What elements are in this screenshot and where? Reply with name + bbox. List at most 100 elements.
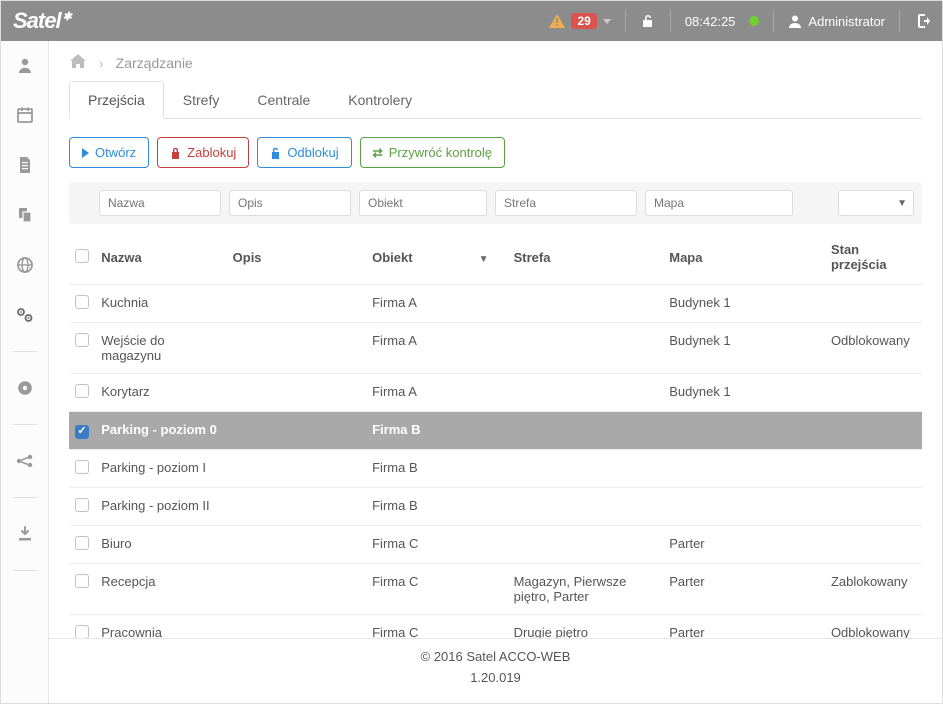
row-checkbox[interactable]: [75, 295, 89, 309]
cell-zone: Magazyn, Pierwsze piętro, Parter: [508, 563, 664, 614]
passages-table: Nazwa Opis Obiekt Strefa Mapa Stan przej…: [69, 230, 922, 638]
logout-button[interactable]: [914, 14, 930, 28]
cell-state: [825, 487, 922, 525]
nav-copy-icon[interactable]: [1, 201, 48, 229]
table-row[interactable]: BiuroFirma CParter: [69, 525, 922, 563]
filter-zone-input[interactable]: [495, 190, 637, 216]
user-name: Administrator: [808, 14, 885, 29]
col-name[interactable]: Nazwa: [95, 230, 226, 285]
col-map[interactable]: Mapa: [663, 230, 825, 285]
table-row[interactable]: Kuchnia Firma A Budynek 1: [69, 285, 922, 323]
table-row[interactable]: PracowniaFirma CDrugie piętroParterOdblo…: [69, 614, 922, 638]
nav-users-icon[interactable]: [1, 51, 48, 79]
open-button[interactable]: Otwórz: [69, 137, 149, 168]
col-desc[interactable]: Opis: [227, 230, 366, 285]
row-checkbox[interactable]: [75, 460, 89, 474]
user-menu[interactable]: Administrator: [788, 14, 885, 29]
cell-object: Firma A: [366, 323, 507, 374]
row-checkbox[interactable]: [75, 425, 89, 439]
tab-3[interactable]: Kontrolery: [329, 81, 431, 119]
cell-zone: [508, 374, 664, 412]
cell-state: [825, 525, 922, 563]
status-dot-icon: [749, 16, 759, 26]
filter-name-input[interactable]: [99, 190, 221, 216]
restore-button[interactable]: ⇄ Przywróć kontrolę: [360, 137, 505, 168]
cell-map: Budynek 1: [663, 285, 825, 323]
cell-name: Biuro: [95, 525, 226, 563]
tab-2[interactable]: Centrale: [238, 81, 329, 119]
col-zone[interactable]: Strefa: [508, 230, 664, 285]
filter-desc-input[interactable]: [229, 190, 351, 216]
row-checkbox[interactable]: [75, 384, 89, 398]
home-icon[interactable]: [69, 53, 87, 72]
play-icon: [82, 148, 89, 158]
cell-zone: [508, 323, 664, 374]
nav-gear-icon[interactable]: [1, 374, 48, 402]
cell-zone: Drugie piętro: [508, 614, 664, 638]
cell-object: Firma C: [366, 563, 507, 614]
cell-name: Pracownia: [95, 614, 226, 638]
lock-status-icon[interactable]: [640, 13, 656, 29]
topbar: Satel✱ 29 08:42:25 Administrator: [1, 1, 942, 41]
nav-globe-icon[interactable]: [1, 251, 48, 279]
cell-desc: [227, 525, 366, 563]
col-state[interactable]: Stan przejścia: [825, 230, 922, 285]
col-object[interactable]: Obiekt: [366, 230, 507, 285]
table-row[interactable]: KorytarzFirma ABudynek 1: [69, 374, 922, 412]
footer-copyright: © 2016 Satel ACCO-WEB: [49, 647, 942, 668]
sidebar: [1, 41, 49, 703]
row-checkbox[interactable]: [75, 625, 89, 639]
table-row[interactable]: Parking - poziom IFirma B: [69, 449, 922, 487]
filter-state-select[interactable]: ▼: [838, 190, 914, 216]
table-row[interactable]: Parking - poziom 0Firma B: [69, 412, 922, 450]
cell-name: Kuchnia: [95, 285, 226, 323]
tab-0[interactable]: Przejścia: [69, 81, 164, 119]
row-checkbox[interactable]: [75, 333, 89, 347]
unlock-label: Odblokuj: [287, 145, 338, 160]
cell-name: Parking - poziom 0: [95, 412, 226, 450]
unlock-button[interactable]: Odblokuj: [257, 137, 351, 168]
brand-mark: ✱: [63, 11, 71, 23]
warning-icon: [549, 14, 565, 28]
cell-state: [825, 374, 922, 412]
nav-document-icon[interactable]: [1, 151, 48, 179]
cell-name: Wejście do magazynu: [95, 323, 226, 374]
filter-map-input[interactable]: [645, 190, 793, 216]
select-all-checkbox[interactable]: [75, 249, 89, 263]
nav-download-icon[interactable]: [1, 520, 48, 548]
table-row[interactable]: Parking - poziom IIFirma B: [69, 487, 922, 525]
cell-desc: [227, 449, 366, 487]
cell-desc: [227, 563, 366, 614]
filter-object-input[interactable]: [359, 190, 487, 216]
cell-map: [663, 449, 825, 487]
cell-desc: [227, 323, 366, 374]
cell-map: Parter: [663, 614, 825, 638]
cell-state: [825, 412, 922, 450]
swap-icon: ⇄: [373, 146, 383, 160]
nav-calendar-icon[interactable]: [1, 101, 48, 129]
row-checkbox[interactable]: [75, 536, 89, 550]
row-checkbox[interactable]: [75, 574, 89, 588]
footer-version: 1.20.019: [49, 668, 942, 689]
user-icon: [788, 14, 802, 28]
nav-settings-group-icon[interactable]: [1, 301, 48, 329]
cell-name: Korytarz: [95, 374, 226, 412]
cell-object: Firma C: [366, 525, 507, 563]
row-checkbox[interactable]: [75, 498, 89, 512]
lock-button[interactable]: Zablokuj: [157, 137, 249, 168]
table-row[interactable]: Wejście do magazynuFirma ABudynek 1Odblo…: [69, 323, 922, 374]
cell-object: Firma A: [366, 285, 507, 323]
chevron-right-icon: ›: [99, 55, 104, 71]
nav-share-icon[interactable]: [1, 447, 48, 475]
cell-map: [663, 487, 825, 525]
cell-map: Budynek 1: [663, 323, 825, 374]
cell-desc: [227, 285, 366, 323]
cell-object: Firma B: [366, 449, 507, 487]
tab-1[interactable]: Strefy: [164, 81, 239, 119]
table-row[interactable]: RecepcjaFirma CMagazyn, Pierwsze piętro,…: [69, 563, 922, 614]
cell-state: [825, 285, 922, 323]
cell-zone: [508, 449, 664, 487]
cell-desc: [227, 374, 366, 412]
alerts-button[interactable]: 29: [549, 13, 610, 29]
cell-map: Budynek 1: [663, 374, 825, 412]
